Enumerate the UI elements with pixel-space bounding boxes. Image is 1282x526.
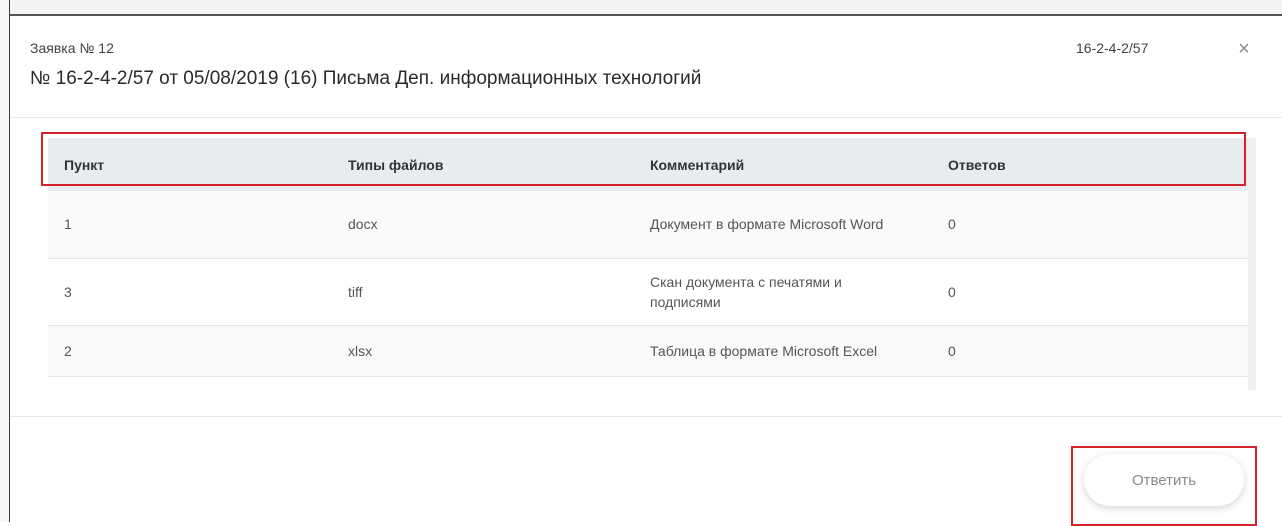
cell-answers: 0 <box>948 283 956 300</box>
request-code: 16-2-4-2/57 <box>1076 40 1149 56</box>
cell-comment: Документ в формате Microsoft Word <box>650 216 884 233</box>
cell-file-type: xlsx <box>348 342 373 359</box>
cell-item: 3 <box>64 283 72 300</box>
cell-answers: 0 <box>948 342 956 359</box>
reply-button[interactable]: Ответить <box>1084 454 1244 506</box>
request-number: Заявка № 12 <box>30 40 114 56</box>
table-row[interactable]: 3 tiff Скан документа с печатями и подпи… <box>48 258 1249 325</box>
cell-item: 2 <box>64 342 72 359</box>
cell-item: 1 <box>64 216 72 233</box>
cell-file-type: tiff <box>348 283 363 300</box>
table-header-row: Пункт Типы файлов Комментарий Ответов <box>48 138 1249 191</box>
close-icon[interactable]: × <box>1235 39 1253 59</box>
cell-comment: Скан документа с печатями и подписями <box>650 273 842 310</box>
cell-comment: Таблица в формате Microsoft Excel <box>650 342 878 359</box>
cell-file-type: docx <box>348 216 378 233</box>
footer-divider <box>10 416 1282 417</box>
page-backdrop-left <box>0 0 10 522</box>
column-header-file-types[interactable]: Типы файлов <box>332 138 634 191</box>
cell-answers: 0 <box>948 216 956 233</box>
header-divider <box>10 117 1282 118</box>
column-header-item[interactable]: Пункт <box>48 138 332 191</box>
column-header-comment[interactable]: Комментарий <box>634 138 932 191</box>
table-row[interactable]: 1 docx Документ в формате Microsoft Word… <box>48 191 1249 258</box>
items-table-container: Пункт Типы файлов Комментарий Ответов 1 … <box>48 138 1249 390</box>
table-row[interactable]: 2 xlsx Таблица в формате Microsoft Excel… <box>48 325 1249 376</box>
page-backdrop <box>0 0 1282 14</box>
modal-title: № 16-2-4-2/57 от 05/08/2019 (16) Письма … <box>30 68 702 89</box>
table-scrollbar[interactable] <box>1248 138 1256 390</box>
modal-top-border <box>10 14 1282 16</box>
request-modal: Заявка № 12 16-2-4-2/57 × № 16-2-4-2/57 … <box>10 14 1282 526</box>
column-header-answers[interactable]: Ответов <box>932 138 1249 191</box>
items-table: Пункт Типы файлов Комментарий Ответов 1 … <box>48 138 1249 377</box>
